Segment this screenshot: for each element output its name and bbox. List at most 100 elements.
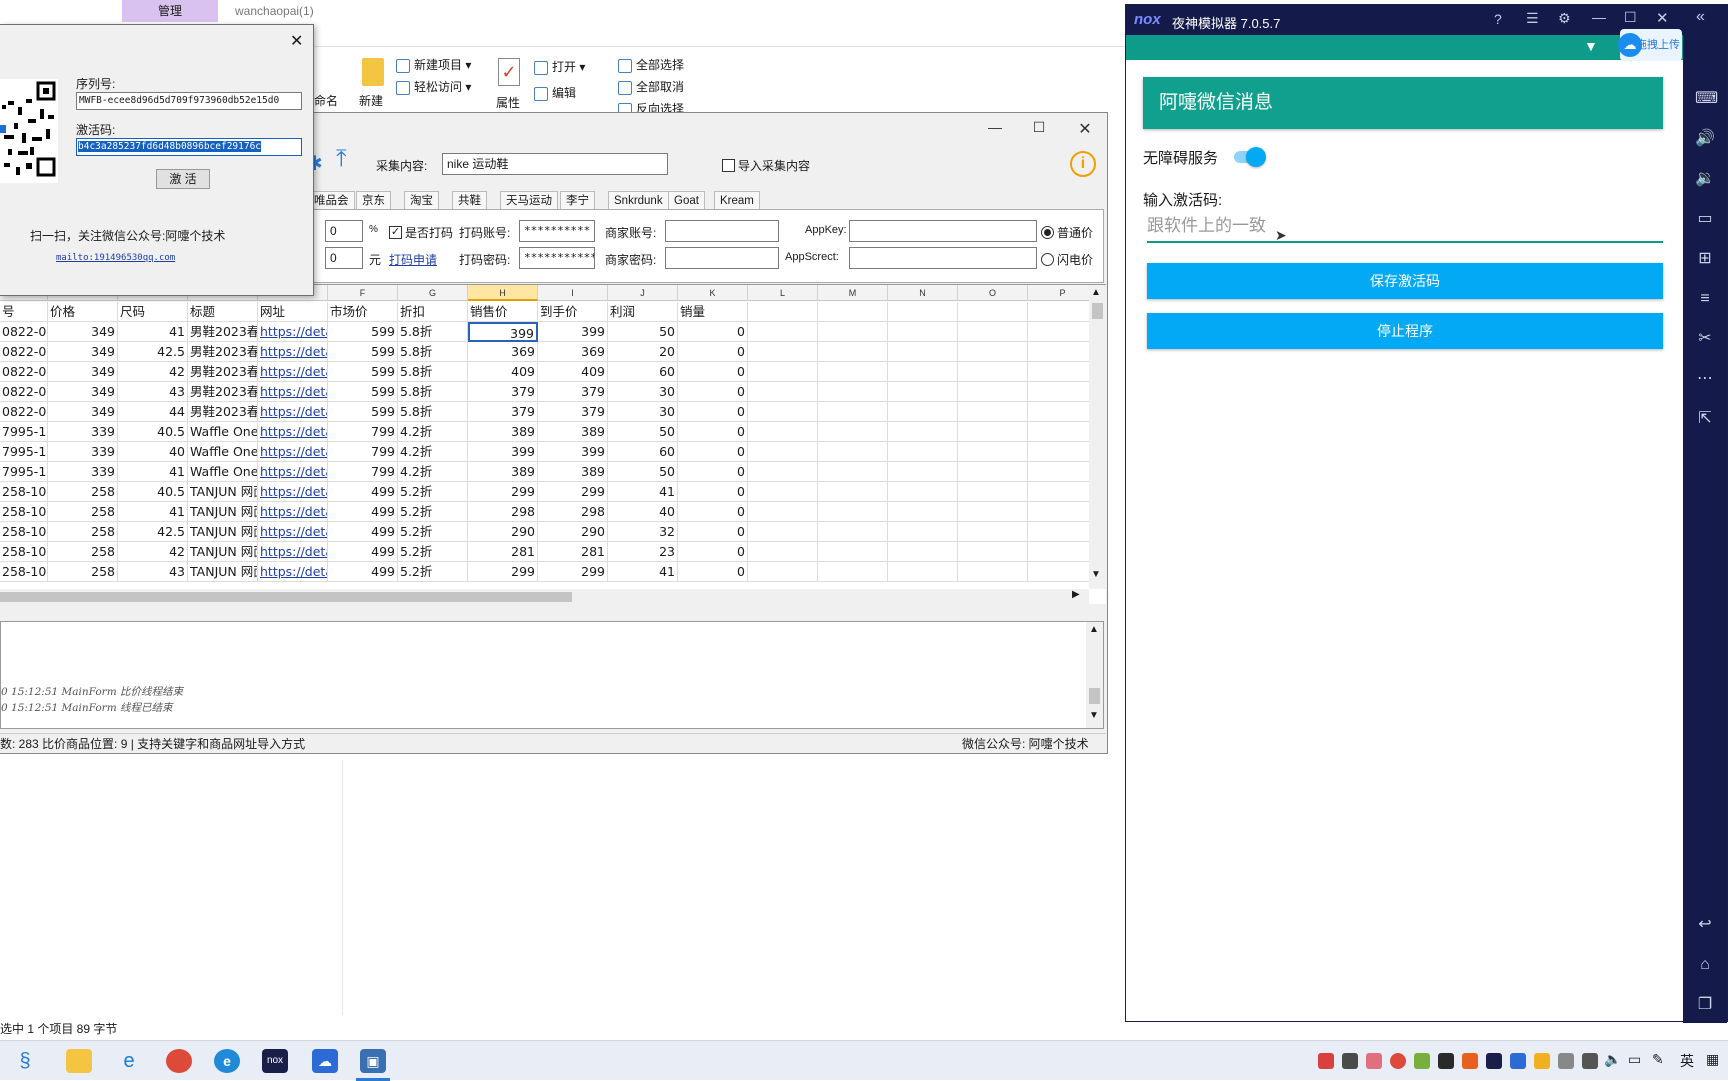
table-cell[interactable]: 男鞋2023春 bbox=[188, 322, 258, 342]
column-letter[interactable]: H bbox=[468, 285, 538, 301]
table-cell[interactable]: 399 bbox=[468, 442, 538, 462]
empty-cell[interactable] bbox=[958, 402, 1028, 422]
column-header[interactable]: 销量 bbox=[678, 302, 748, 322]
table-cell[interactable]: 599 bbox=[328, 362, 398, 382]
tab-jd[interactable]: 京东 bbox=[356, 191, 391, 209]
url-cell[interactable]: https://deta bbox=[258, 522, 328, 542]
url-cell[interactable]: https://deta bbox=[258, 322, 328, 342]
table-cell[interactable]: 349 bbox=[48, 382, 118, 402]
table-cell[interactable]: 41 bbox=[608, 482, 678, 502]
tab-taobao[interactable]: 淘宝 bbox=[404, 191, 439, 209]
empty-cell[interactable] bbox=[818, 342, 888, 362]
new-item-button[interactable]: 新建项目 ▾ bbox=[396, 56, 471, 73]
empty-cell[interactable] bbox=[888, 402, 958, 422]
tray-icon[interactable] bbox=[1486, 1053, 1502, 1069]
table-cell[interactable]: 60 bbox=[608, 362, 678, 382]
table-cell[interactable]: 0 bbox=[678, 522, 748, 542]
empty-cell[interactable] bbox=[1028, 442, 1098, 462]
column-header[interactable]: 利润 bbox=[608, 302, 678, 322]
table-cell[interactable]: 799 bbox=[328, 462, 398, 482]
table-cell[interactable]: 349 bbox=[48, 322, 118, 342]
volume-icon[interactable]: 🔈 bbox=[1604, 1051, 1621, 1068]
empty-cell[interactable] bbox=[888, 422, 958, 442]
table-cell[interactable]: 60 bbox=[608, 442, 678, 462]
table-cell[interactable]: 42.5 bbox=[118, 342, 188, 362]
tray-icon[interactable] bbox=[1462, 1053, 1478, 1069]
empty-cell[interactable] bbox=[818, 422, 888, 442]
log-scroll-down-icon[interactable]: ▼ bbox=[1089, 710, 1099, 721]
recent-apps-icon[interactable]: ❐ bbox=[1695, 995, 1715, 1015]
table-cell[interactable]: 499 bbox=[328, 502, 398, 522]
url-cell[interactable]: https://deta bbox=[258, 362, 328, 382]
dama-checkbox-box[interactable]: ✓ bbox=[389, 226, 402, 240]
empty-cell[interactable] bbox=[818, 382, 888, 402]
empty-cell[interactable] bbox=[748, 302, 818, 322]
empty-cell[interactable] bbox=[1028, 342, 1098, 362]
table-cell[interactable]: 389 bbox=[538, 462, 608, 482]
table-cell[interactable]: 0 bbox=[678, 482, 748, 502]
table-cell[interactable]: 0822-00 bbox=[0, 342, 48, 362]
empty-cell[interactable] bbox=[748, 422, 818, 442]
ime-grid-icon[interactable]: ▦ bbox=[1706, 1051, 1719, 1068]
table-cell[interactable]: 20 bbox=[608, 342, 678, 362]
table-cell[interactable]: 40 bbox=[118, 442, 188, 462]
merchant-account-input[interactable] bbox=[665, 220, 779, 242]
table-cell[interactable]: 258-100 bbox=[0, 502, 48, 522]
mic-icon[interactable] bbox=[1342, 1053, 1358, 1069]
table-cell[interactable]: 5.8折 bbox=[398, 322, 468, 342]
table-cell[interactable]: 299 bbox=[538, 482, 608, 502]
table-cell[interactable]: 281 bbox=[538, 542, 608, 562]
column-header[interactable]: 号 bbox=[0, 302, 48, 322]
url-cell[interactable]: https://deta bbox=[258, 422, 328, 442]
empty-cell[interactable] bbox=[818, 322, 888, 342]
column-letter[interactable]: I bbox=[538, 285, 608, 301]
grid-vertical-scrollbar[interactable]: ▲ ▼ bbox=[1089, 285, 1106, 589]
table-cell[interactable]: 499 bbox=[328, 522, 398, 542]
toggle-knob[interactable] bbox=[1246, 147, 1266, 167]
tab-snkrdunk[interactable]: Snkrdunk bbox=[608, 191, 669, 209]
table-cell[interactable]: 5.2折 bbox=[398, 542, 468, 562]
table-cell[interactable]: 0822-00 bbox=[0, 382, 48, 402]
table-cell[interactable]: 43 bbox=[118, 382, 188, 402]
table-cell[interactable]: 4.2折 bbox=[398, 422, 468, 442]
tray-icon[interactable] bbox=[1438, 1053, 1454, 1069]
empty-cell[interactable] bbox=[958, 502, 1028, 522]
ribbon-tab-manage[interactable]: 管理 bbox=[122, 0, 218, 22]
table-cell[interactable]: TANJUN 网面 bbox=[188, 542, 258, 562]
table-cell[interactable]: 42.5 bbox=[118, 522, 188, 542]
empty-cell[interactable] bbox=[888, 342, 958, 362]
tab-goat[interactable]: Goat bbox=[668, 191, 705, 209]
column-header[interactable]: 价格 bbox=[48, 302, 118, 322]
column-header[interactable]: 网址 bbox=[258, 302, 328, 322]
table-cell[interactable]: 799 bbox=[328, 422, 398, 442]
nox-minimize-icon[interactable]: — bbox=[1592, 9, 1606, 25]
dama-account-input[interactable]: ********** bbox=[519, 220, 595, 242]
table-cell[interactable]: 男鞋2023春 bbox=[188, 382, 258, 402]
discount-pct-input[interactable]: 0 bbox=[325, 220, 363, 242]
save-code-button[interactable]: 保存激活码 bbox=[1147, 263, 1663, 299]
url-cell[interactable]: https://deta bbox=[258, 402, 328, 422]
table-cell[interactable]: 5.8折 bbox=[398, 382, 468, 402]
table-cell[interactable]: 0822-00 bbox=[0, 322, 48, 342]
file-explorer-icon[interactable] bbox=[66, 1049, 92, 1073]
table-cell[interactable]: 409 bbox=[538, 362, 608, 382]
baidu-cloud-icon[interactable]: ☁ bbox=[312, 1049, 338, 1073]
table-cell[interactable]: 0822-00 bbox=[0, 402, 48, 422]
empty-cell[interactable] bbox=[1028, 562, 1098, 582]
table-cell[interactable]: 41 bbox=[608, 562, 678, 582]
empty-cell[interactable] bbox=[818, 302, 888, 322]
nox-close-icon[interactable]: ✕ bbox=[1656, 9, 1669, 27]
table-cell[interactable]: 258 bbox=[48, 482, 118, 502]
table-cell[interactable]: TANJUN 网面 bbox=[188, 502, 258, 522]
table-cell[interactable]: 0 bbox=[678, 402, 748, 422]
upload-arrow-icon[interactable]: ⤒ bbox=[336, 147, 347, 171]
empty-cell[interactable] bbox=[888, 362, 958, 382]
table-cell[interactable]: 409 bbox=[468, 362, 538, 382]
column-header[interactable]: 标题 bbox=[188, 302, 258, 322]
empty-cell[interactable] bbox=[888, 522, 958, 542]
multi-instance-icon[interactable]: ≡ bbox=[1695, 289, 1715, 309]
empty-cell[interactable] bbox=[888, 562, 958, 582]
table-cell[interactable]: 369 bbox=[538, 342, 608, 362]
table-cell[interactable]: 599 bbox=[328, 382, 398, 402]
table-cell[interactable]: 0 bbox=[678, 382, 748, 402]
